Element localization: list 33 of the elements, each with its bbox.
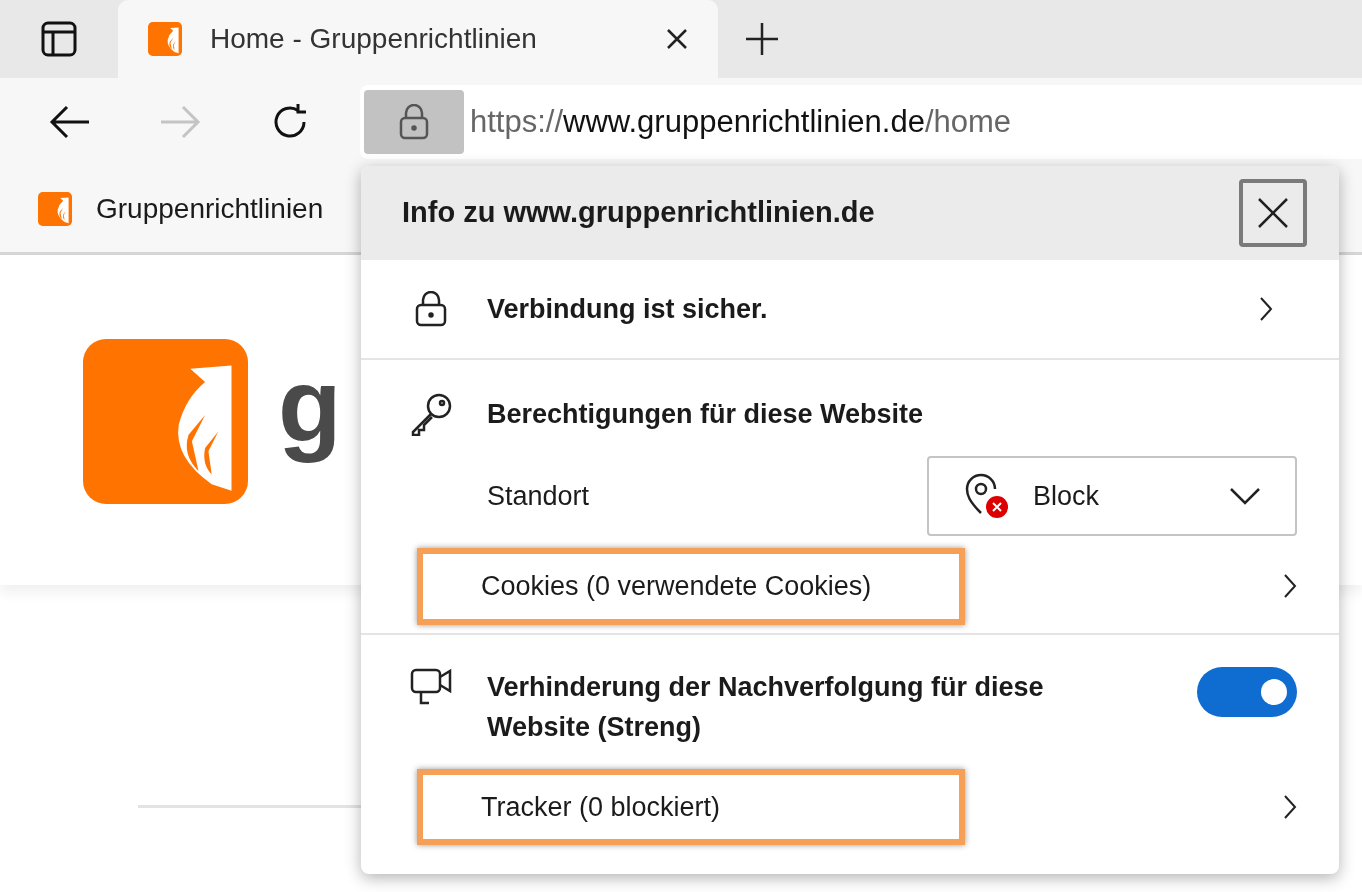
close-icon[interactable] (666, 28, 688, 50)
chevron-down-icon (1229, 487, 1261, 505)
address-bar[interactable]: https://www.gruppenrichtlinien.de/home (360, 85, 1362, 159)
permissions-title: Berechtigungen für diese Website (487, 397, 924, 431)
site-info-button[interactable] (364, 90, 464, 154)
tracking-toggle[interactable] (1197, 666, 1297, 717)
cookies-link[interactable]: Cookies (0 verwendete Cookies) (481, 566, 901, 607)
camera-icon (409, 666, 453, 707)
url-text: https://www.gruppenrichtlinien.de/home (470, 102, 1012, 141)
chevron-right-icon (1259, 296, 1273, 322)
bookmark-item[interactable]: Gruppenrichtlinien (38, 188, 324, 230)
location-blocked-icon (963, 473, 1009, 519)
location-label: Standort (487, 479, 590, 513)
close-button[interactable] (1239, 179, 1307, 247)
location-dropdown[interactable]: Block (927, 456, 1297, 536)
close-icon (1257, 197, 1289, 229)
lock-icon (399, 104, 429, 140)
tab-title: Home - Gruppenrichtlinien (210, 22, 538, 56)
sidebar-icon[interactable] (41, 21, 77, 57)
favicon (148, 22, 182, 56)
trackers-link[interactable]: Tracker (0 blockiert) (481, 786, 901, 827)
bookmark-favicon (38, 192, 72, 226)
tracking-title: Verhinderung der Nachverfolgung für diese Website (Streng) (487, 670, 1045, 744)
chevron-right-icon (1283, 793, 1297, 820)
popup-title: Info zu www.gruppenrichtlinien.de (402, 195, 875, 231)
key-icon (409, 392, 453, 436)
logo-text: g (278, 346, 342, 465)
chevron-right-icon (1283, 573, 1297, 600)
browser-tab[interactable]: Home - Gruppenrichtlinien (118, 0, 718, 78)
connection-row[interactable]: Verbindung ist sicher. (361, 260, 1339, 360)
back-arrow-icon[interactable] (49, 104, 91, 140)
lock-icon (415, 291, 447, 327)
plus-icon[interactable] (744, 21, 780, 57)
